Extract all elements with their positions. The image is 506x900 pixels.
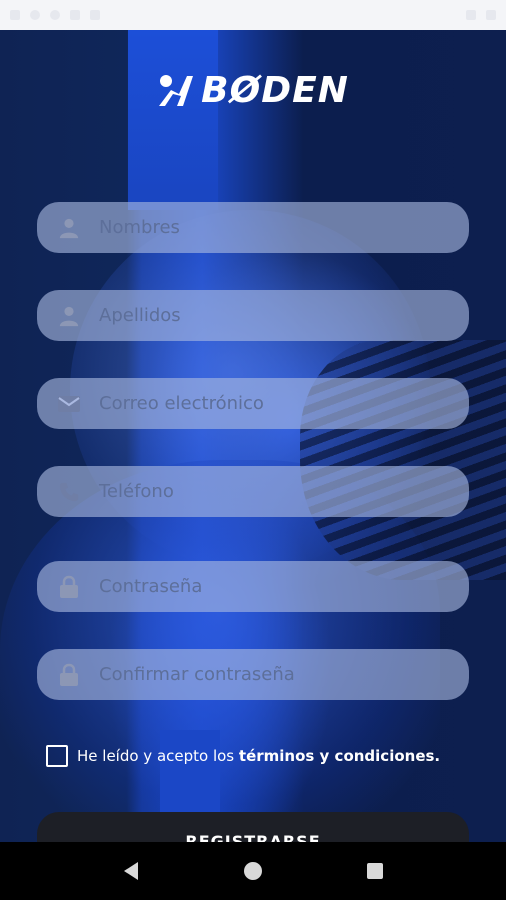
terms-row: He leído y acepto los términos y condici… (46, 745, 440, 767)
phone-field[interactable]: Teléfono (37, 466, 469, 517)
status-icons-left (10, 10, 100, 20)
phone-icon (57, 480, 81, 504)
first-name-field[interactable]: Nombres (37, 202, 469, 253)
logo-mark-icon (159, 74, 194, 106)
wifi-icon (466, 10, 476, 20)
person-icon (57, 304, 81, 328)
recents-icon[interactable] (355, 851, 395, 891)
first-name-placeholder: Nombres (99, 217, 180, 238)
terms-checkbox[interactable] (46, 745, 68, 767)
notification-icon (50, 10, 60, 20)
password-field[interactable]: Contraseña (37, 561, 469, 612)
background-image (0, 30, 506, 842)
status-icons-right (466, 10, 496, 20)
last-name-placeholder: Apellidos (99, 305, 181, 326)
home-icon[interactable] (233, 851, 273, 891)
mail-icon (57, 392, 81, 416)
confirm-password-placeholder: Confirmar contraseña (99, 664, 295, 685)
navigation-bar (0, 842, 506, 900)
person-icon (57, 216, 81, 240)
terms-prefix: He leído y acepto los (77, 747, 239, 765)
password-placeholder: Contraseña (99, 576, 203, 597)
notification-icon (70, 10, 80, 20)
app-logo: BØDEN (0, 70, 506, 111)
lock-icon (57, 575, 81, 599)
logo-text: BØDEN (201, 70, 349, 111)
email-field[interactable]: Correo electrónico (37, 378, 469, 429)
notification-icon (10, 10, 20, 20)
phone-placeholder: Teléfono (99, 481, 174, 502)
terms-text: He leído y acepto los términos y condici… (77, 747, 440, 765)
confirm-password-field[interactable]: Confirmar contraseña (37, 649, 469, 700)
email-placeholder: Correo electrónico (99, 393, 264, 414)
battery-icon (486, 10, 496, 20)
notification-icon (30, 10, 40, 20)
lock-icon (57, 663, 81, 687)
terms-link[interactable]: términos y condiciones. (239, 747, 440, 765)
back-icon[interactable] (111, 851, 151, 891)
last-name-field[interactable]: Apellidos (37, 290, 469, 341)
status-bar (0, 0, 506, 30)
notification-icon (90, 10, 100, 20)
